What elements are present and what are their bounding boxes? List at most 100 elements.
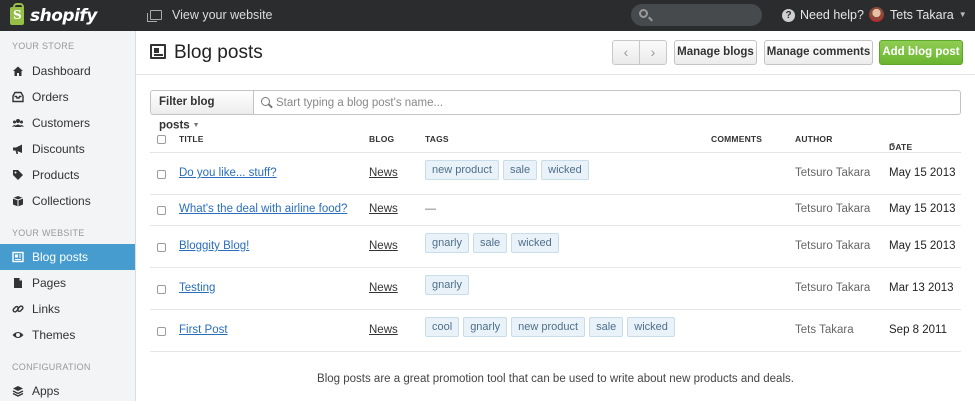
author-name: Tetsuro Takara xyxy=(795,282,871,294)
select-all-checkbox[interactable] xyxy=(157,135,166,144)
filter-search-field[interactable] xyxy=(253,90,961,115)
shopping-bag-icon xyxy=(10,3,24,25)
sidebar-item-label: Discounts xyxy=(32,142,85,156)
table-row: Testing News gnarly Tetsuro Takara Mar 1… xyxy=(150,268,961,310)
sidebar-item-label: Themes xyxy=(32,328,76,342)
author-name: Tetsuro Takara xyxy=(795,203,871,215)
row-checkbox[interactable] xyxy=(157,327,166,336)
manage-blogs-button[interactable]: Manage blogs xyxy=(674,40,757,65)
help-label: Need help? xyxy=(800,8,864,22)
caret-down-icon: ▼ xyxy=(958,10,967,19)
table-row: What's the deal with airline food? News … xyxy=(150,195,961,226)
sidebar-item-label: Customers xyxy=(32,116,91,130)
newspaper-icon xyxy=(12,251,24,263)
sidebar-item-label: Collections xyxy=(32,194,91,208)
inbox-icon xyxy=(12,91,24,103)
sidebar-item-collections[interactable]: Collections xyxy=(0,188,135,214)
table-row: First Post News cool gnarly new product … xyxy=(150,310,961,352)
shopify-logo[interactable]: shopify xyxy=(10,3,97,27)
blog-link[interactable]: News xyxy=(369,203,398,215)
row-checkbox[interactable] xyxy=(157,206,166,215)
next-button[interactable]: › xyxy=(640,41,666,64)
avatar xyxy=(869,7,884,22)
manage-comments-button[interactable]: Manage comments xyxy=(764,40,873,65)
blog-post-search-input[interactable] xyxy=(276,91,956,114)
tag-list: gnarly sale wicked xyxy=(425,233,559,253)
author-name: Tetsuro Takara xyxy=(795,240,871,252)
user-name: Tets Takara xyxy=(890,7,954,22)
pages-icon xyxy=(12,277,24,289)
blog-link[interactable]: News xyxy=(369,282,398,294)
sidebar-item-dashboard[interactable]: Dashboard xyxy=(0,58,135,84)
tag[interactable]: sale xyxy=(502,160,538,180)
blog-link[interactable]: News xyxy=(369,324,398,336)
sidebar-item-themes[interactable]: Themes xyxy=(0,322,135,348)
tag[interactable]: cool xyxy=(425,317,460,337)
tag[interactable]: sale xyxy=(472,233,508,253)
tag[interactable]: wicked xyxy=(541,160,589,180)
sidebar-item-products[interactable]: Products xyxy=(0,162,135,188)
filter-dropdown[interactable]: Filter blog posts ▼ xyxy=(150,90,254,132)
column-author[interactable]: AUTHOR xyxy=(795,134,833,144)
tag[interactable]: sale xyxy=(589,317,624,337)
column-title[interactable]: TITLE xyxy=(179,134,204,144)
sidebar-item-label: Products xyxy=(32,168,80,182)
column-comments[interactable]: COMMENTS xyxy=(711,134,762,144)
add-blog-post-button[interactable]: Add blog post xyxy=(879,40,963,65)
search-icon xyxy=(261,97,270,106)
tag-list: cool gnarly new product sale wicked xyxy=(425,317,675,337)
question-icon: ? xyxy=(782,8,795,22)
previous-button[interactable]: ‹ xyxy=(613,41,640,64)
main-content: Blog posts ‹ › Manage blogs Manage comme… xyxy=(136,31,975,401)
sidebar-heading-configuration: CONFIGURATION xyxy=(12,362,91,372)
help-link[interactable]: ? Need help? xyxy=(782,8,864,22)
tag[interactable]: gnarly xyxy=(463,317,508,337)
user-menu[interactable]: Tets Takara ▼ xyxy=(869,7,967,22)
sidebar-item-orders[interactable]: Orders xyxy=(0,84,135,110)
row-checkbox[interactable] xyxy=(157,285,166,294)
post-date: May 15 2013 xyxy=(889,167,956,179)
author-name: Tetsuro Takara xyxy=(795,167,871,179)
top-bar: shopify View your website ? Need help? T… xyxy=(0,0,975,31)
post-title-link[interactable]: Bloggity Blog! xyxy=(179,240,249,252)
newspaper-icon xyxy=(150,44,166,59)
sidebar-item-discounts[interactable]: Discounts xyxy=(0,136,135,162)
sidebar-item-customers[interactable]: Customers xyxy=(0,110,135,136)
sidebar-item-label: Links xyxy=(32,302,61,316)
column-blog[interactable]: BLOG xyxy=(369,134,394,144)
global-search-input[interactable] xyxy=(631,4,762,26)
view-website-label: View your website xyxy=(172,8,273,22)
tag[interactable]: wicked xyxy=(511,233,559,253)
post-title-link[interactable]: First Post xyxy=(179,324,228,336)
tag[interactable]: gnarly xyxy=(425,233,469,253)
sidebar-item-blog-posts[interactable]: Blog posts xyxy=(0,244,135,270)
blog-link[interactable]: News xyxy=(369,167,398,179)
sidebar-item-label: Apps xyxy=(32,384,60,398)
post-date: Sep 8 2011 xyxy=(889,324,947,336)
sidebar-item-apps[interactable]: Apps xyxy=(0,378,135,404)
post-title-link[interactable]: What's the deal with airline food? xyxy=(179,203,347,215)
sidebar-item-links[interactable]: Links xyxy=(0,296,135,322)
tag[interactable]: wicked xyxy=(627,317,675,337)
tag[interactable]: new product xyxy=(511,317,586,337)
box-icon xyxy=(12,195,24,207)
tag[interactable]: new product xyxy=(425,160,499,180)
row-checkbox[interactable] xyxy=(157,243,166,252)
sidebar-item-label: Orders xyxy=(32,90,69,104)
table-header: TITLE BLOG TAGS COMMENTS AUTHOR DATE ▼ xyxy=(150,126,961,153)
view-website-link[interactable]: View your website xyxy=(147,8,273,22)
blog-posts-help-text: Blog posts are a great promotion tool th… xyxy=(317,373,794,385)
author-name: Tets Takara xyxy=(795,324,854,336)
blog-link[interactable]: News xyxy=(369,240,398,252)
post-title-link[interactable]: Testing xyxy=(179,282,215,294)
post-date: May 15 2013 xyxy=(889,203,956,215)
sidebar-item-pages[interactable]: Pages xyxy=(0,270,135,296)
link-icon xyxy=(12,303,24,315)
row-checkbox[interactable] xyxy=(157,170,166,179)
sort-desc-icon: ▼ xyxy=(889,142,897,149)
no-tags-dash: — xyxy=(425,203,436,215)
post-title-link[interactable]: Do you like... stuff? xyxy=(179,167,277,179)
megaphone-icon xyxy=(12,143,24,155)
tag[interactable]: gnarly xyxy=(425,275,469,295)
sidebar-heading-store: YOUR STORE xyxy=(12,41,75,51)
